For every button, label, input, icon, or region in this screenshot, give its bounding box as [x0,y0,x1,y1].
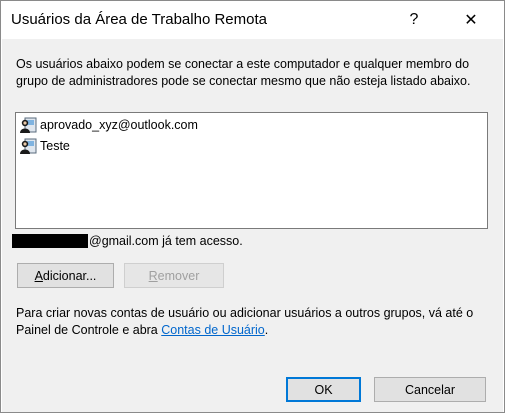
user-icon [19,137,38,156]
cancel-button[interactable]: Cancelar [374,377,486,402]
description-text: Os usuários abaixo podem se conectar a e… [16,57,471,88]
redacted-email-block [12,234,88,248]
remove-button-accel: R [148,268,158,283]
help-icon: ? [409,11,419,28]
add-button[interactable]: Adicionar... [17,263,114,288]
user-icon [19,116,38,135]
title-bar: Usuários da Área de Trabalho Remota ? ✕ [1,1,504,39]
access-status-text: @gmail.com já tem acesso. [89,234,243,248]
footer-text-end: . [264,323,269,337]
close-icon: ✕ [464,12,478,29]
close-button[interactable]: ✕ [448,1,494,39]
users-listbox[interactable]: aprovado_xyz@outlook.com Teste [15,112,488,229]
remote-desktop-users-dialog: Usuários da Área de Trabalho Remota ? ✕ … [0,0,505,413]
remove-button-label: emover [157,268,200,283]
list-item[interactable]: aprovado_xyz@outlook.com [19,115,198,135]
remove-button[interactable]: Remover [124,263,224,288]
footer-text: Para criar novas contas de usuário ou ad… [16,305,486,339]
user-name: Teste [40,139,70,153]
access-status: @gmail.com já tem acesso. [12,233,243,249]
dialog-title: Usuários da Área de Trabalho Remota [11,11,267,28]
add-button-accel: A [34,268,43,283]
help-button[interactable]: ? [391,1,437,39]
user-accounts-link[interactable]: Contas de Usuário [161,323,265,337]
ok-button[interactable]: OK [286,377,361,402]
user-name: aprovado_xyz@outlook.com [40,118,198,132]
add-button-label: dicionar... [42,268,97,283]
dialog-body: Os usuários abaixo podem se conectar a e… [2,39,503,412]
list-item[interactable]: Teste [19,136,70,156]
